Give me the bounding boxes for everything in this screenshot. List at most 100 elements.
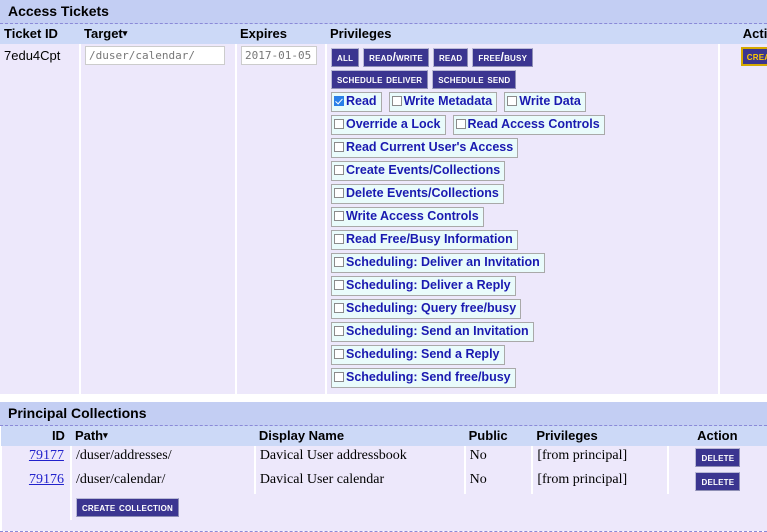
table-row: 79177 /duser/addresses/ Davical User add… <box>0 446 767 470</box>
preset-button-schedule-deliver[interactable]: Schedule Deliver <box>331 70 429 89</box>
table-bottom-spacer <box>0 520 767 531</box>
privilege-checkbox-read-free-busy-information[interactable]: Read Free/Busy Information <box>331 230 518 250</box>
privilege-row-9: Scheduling: Deliver a Reply <box>331 276 714 299</box>
privileges-container: All Read/Write Read Free/Busy Schedule Deli… <box>331 46 714 391</box>
expires-input[interactable] <box>241 46 317 65</box>
collection-action-cell: Delete <box>666 470 767 494</box>
privilege-checkbox-write-metadata[interactable]: Write Metadata <box>388 92 498 112</box>
privilege-row-7: Read Free/Busy Information <box>331 230 714 253</box>
preset-button-schedule-send[interactable]: Schedule Send <box>432 70 517 89</box>
privilege-checkbox-delete-events-collections[interactable]: Delete Events/Collections <box>331 184 504 204</box>
privilege-checkbox-read[interactable]: Read <box>331 92 382 112</box>
column-header-public: Public <box>464 426 533 446</box>
privilege-row-4: Create Events/Collections <box>331 161 714 184</box>
privilege-checkbox-scheduling-send-an-invitation[interactable]: Scheduling: Send an Invitation <box>331 322 534 342</box>
column-header-path[interactable]: Path▾ <box>70 426 255 446</box>
privilege-label: Scheduling: Query free/busy <box>346 301 517 315</box>
privilege-checkbox-override-a-lock[interactable]: Override a Lock <box>331 115 446 135</box>
preset-button-read-write[interactable]: Read/Write <box>363 48 429 67</box>
privilege-checkbox-scheduling-send-free-busy[interactable]: Scheduling: Send free/busy <box>331 368 516 388</box>
collection-id-cell: 79177 <box>0 446 71 470</box>
collection-id-link[interactable]: 79176 <box>29 472 64 487</box>
collection-public-cell: No <box>463 470 533 494</box>
create-collection-spacer <box>0 494 71 520</box>
access-tickets-header-row: Ticket ID Target▾ Expires Privileges Act… <box>0 24 767 44</box>
access-tickets-title: Access Tickets <box>0 0 767 24</box>
target-input[interactable] <box>85 46 225 65</box>
checkbox-icon <box>334 119 344 129</box>
privilege-row-2: Override a Lock Read Access Controls <box>331 115 714 138</box>
privilege-row-8: Scheduling: Deliver an Invitation <box>331 253 714 276</box>
access-ticket-row: 7edu4Cpt AllRead/WriteReadFree/Busy Sche… <box>0 44 767 394</box>
ticket-id-cell: 7edu4Cpt <box>0 44 80 394</box>
column-header-collection-privileges: Privileges <box>532 426 668 446</box>
checkbox-icon <box>334 280 344 290</box>
privilege-label: Create Events/Collections <box>346 163 501 177</box>
column-header-privileges: Privileges <box>326 24 719 44</box>
privilege-checkbox-write-data[interactable]: Write Data <box>504 92 586 112</box>
table-row: 79176 /duser/calendar/ Davical User cale… <box>0 470 767 494</box>
privilege-label: Scheduling: Deliver a Reply <box>346 278 511 292</box>
privilege-checkbox-scheduling-deliver-an-invitation[interactable]: Scheduling: Deliver an Invitation <box>331 253 545 273</box>
checkbox-icon <box>334 211 344 221</box>
collection-path-cell: /duser/addresses/ <box>69 446 255 470</box>
privilege-checkbox-read-access-controls[interactable]: Read Access Controls <box>452 115 605 135</box>
privilege-row-10: Scheduling: Query free/busy <box>331 299 714 322</box>
checkbox-icon <box>334 188 344 198</box>
target-cell <box>79 44 236 394</box>
preset-button-all[interactable]: All <box>331 48 360 67</box>
principal-collections-section: Principal Collections ID Path▾ Display N… <box>0 402 767 532</box>
privilege-label: Write Access Controls <box>346 209 479 223</box>
column-header-target[interactable]: Target▾ <box>80 24 236 44</box>
privilege-checkbox-scheduling-deliver-a-reply[interactable]: Scheduling: Deliver a Reply <box>331 276 516 296</box>
privilege-label: Read Free/Busy Information <box>346 232 513 246</box>
privilege-label: Scheduling: Send free/busy <box>346 370 511 384</box>
privileges-cell: All Read/Write Read Free/Busy Schedule Deli… <box>325 44 719 394</box>
privilege-checkbox-create-events-collections[interactable]: Create Events/Collections <box>331 161 506 181</box>
privilege-row-1: Read Write Metadata Write Data <box>331 92 714 115</box>
privilege-label: Override a Lock <box>346 117 441 131</box>
privilege-checkbox-read-current-users-access[interactable]: Read Current User's Access <box>331 138 519 158</box>
create-ticket-button[interactable]: Create <box>740 47 767 66</box>
delete-collection-button[interactable]: Delete <box>695 472 741 491</box>
preset-button-read[interactable]: Read <box>432 48 469 67</box>
collection-id-link[interactable]: 79177 <box>29 448 64 463</box>
privilege-checkbox-scheduling-query-free-busy[interactable]: Scheduling: Query free/busy <box>331 299 522 319</box>
collection-id-cell: 79176 <box>0 470 71 494</box>
checkbox-icon <box>334 257 344 267</box>
column-header-action: Action <box>719 24 767 44</box>
sort-descending-icon: ▾ <box>122 28 128 38</box>
create-collection-button[interactable]: Create Collection <box>75 498 179 517</box>
column-header-id: ID <box>1 426 71 446</box>
privilege-checkbox-write-access-controls[interactable]: Write Access Controls <box>331 207 484 227</box>
column-header-path-label: Path <box>74 428 104 443</box>
checkbox-icon <box>334 234 344 244</box>
access-tickets-table: Ticket ID Target▾ Expires Privileges Act… <box>0 24 767 394</box>
expires-cell <box>235 44 326 394</box>
column-header-ticket-id: Ticket ID <box>0 24 80 44</box>
column-header-collection-action: Action <box>667 426 767 446</box>
column-header-display-name: Display Name <box>254 426 465 446</box>
privilege-checkbox-scheduling-send-a-reply[interactable]: Scheduling: Send a Reply <box>331 345 505 365</box>
principal-collections-title: Principal Collections <box>0 402 767 426</box>
checkbox-icon <box>455 119 466 129</box>
collection-privileges-cell: [from principal] <box>531 446 668 470</box>
privilege-row-3: Read Current User's Access <box>331 138 714 161</box>
action-cell: Create <box>718 44 767 394</box>
privilege-row-6: Write Access Controls <box>331 207 714 230</box>
privilege-label: Read Access Controls <box>467 117 600 131</box>
privilege-label: Read <box>346 94 377 108</box>
create-collection-row: Create Collection <box>0 494 767 520</box>
privilege-row-5: Delete Events/Collections <box>331 184 714 207</box>
principal-collections-table: ID Path▾ Display Name Public Privileges … <box>0 426 767 531</box>
principal-collections-header-row: ID Path▾ Display Name Public Privileges … <box>1 426 767 446</box>
column-header-expires: Expires <box>236 24 326 44</box>
checkbox-icon <box>391 96 402 106</box>
checkbox-icon <box>334 349 344 359</box>
sort-descending-icon: ▾ <box>103 430 108 440</box>
collection-public-cell: No <box>463 446 533 470</box>
checkbox-icon <box>334 326 344 336</box>
preset-button-free-busy[interactable]: Free/Busy <box>472 48 534 67</box>
checkbox-icon <box>334 303 344 313</box>
delete-collection-button[interactable]: Delete <box>695 448 741 467</box>
